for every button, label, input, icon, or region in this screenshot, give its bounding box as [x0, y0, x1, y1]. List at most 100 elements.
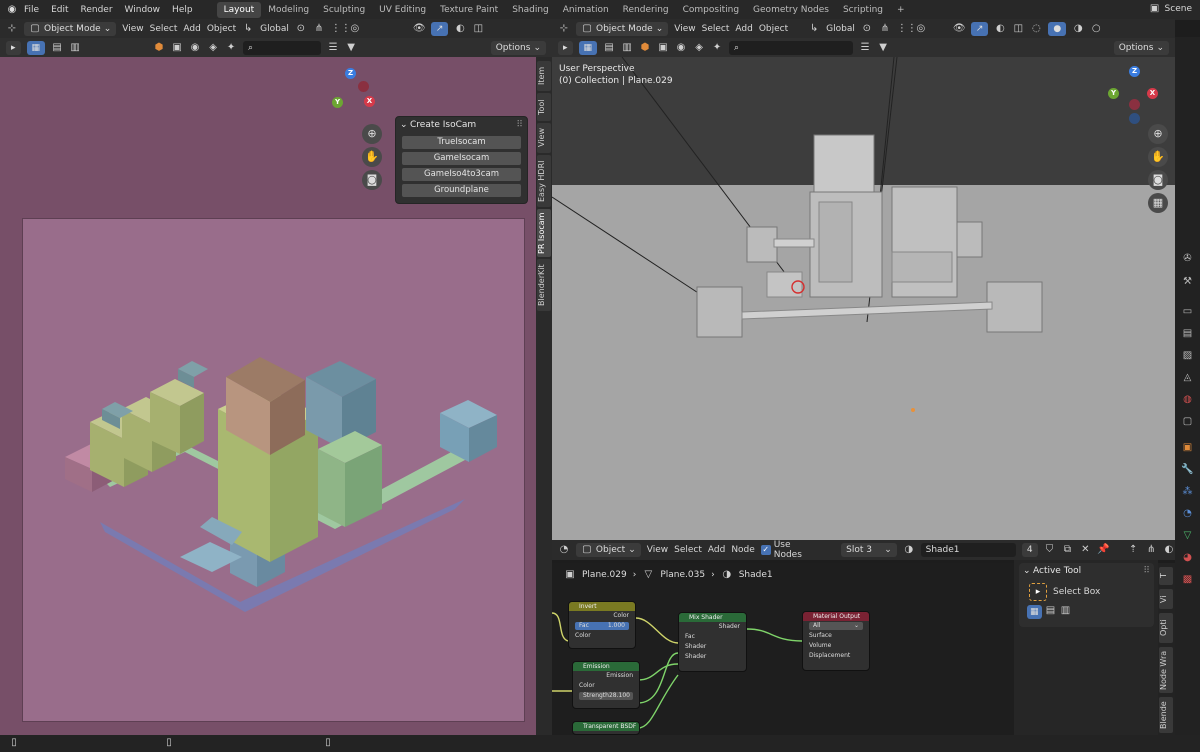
- select-extend-icon[interactable]: ▤: [603, 42, 615, 54]
- collapse-chevron-icon[interactable]: ⌄: [1023, 563, 1031, 579]
- shading-rendered-icon[interactable]: ○: [1090, 23, 1102, 35]
- emission-node[interactable]: Emission Emission Color Strength 28.100: [572, 661, 640, 709]
- scene-name[interactable]: Scene: [1165, 4, 1192, 14]
- left-menu-add[interactable]: Add: [183, 24, 200, 34]
- snap-magnet-icon[interactable]: ⋔: [1145, 544, 1157, 556]
- node-overlay-icon[interactable]: ◐: [1163, 544, 1175, 556]
- node-object-dropdown[interactable]: ▢ Object ⌄: [575, 543, 641, 557]
- mix-shader-node[interactable]: Mix Shader Shader Fac Shader Shader: [678, 612, 747, 672]
- right-tool-select-button[interactable]: ▸: [558, 41, 573, 55]
- left-search-field[interactable]: ⌕: [243, 41, 322, 55]
- tab-pr-isocam[interactable]: PR Isocam: [537, 209, 551, 257]
- editor-type-icon[interactable]: ⊹: [6, 23, 18, 35]
- right-gizmo-toggle[interactable]: ↗: [970, 22, 989, 36]
- tab-tool[interactable]: Tool: [537, 93, 551, 121]
- camera-filter-icon[interactable]: ◈: [693, 42, 705, 54]
- right-menu-view[interactable]: View: [674, 24, 695, 34]
- left-navigation-gizmo[interactable]: Z Y X: [330, 67, 380, 117]
- object-data-icon[interactable]: ▽: [1181, 529, 1194, 542]
- visibility-icon[interactable]: 👁: [953, 23, 966, 35]
- tab-uv-editing[interactable]: UV Editing: [372, 2, 433, 18]
- xray-icon[interactable]: ◫: [472, 23, 484, 35]
- select-extend-icon[interactable]: ▤: [1045, 605, 1057, 617]
- emission-strength-field[interactable]: Strength 28.100: [579, 692, 633, 700]
- groundplane-button[interactable]: Groundplane: [402, 184, 521, 197]
- left-gizmo-toggle[interactable]: ↗: [430, 22, 449, 36]
- funnel-icon[interactable]: ▼: [877, 42, 889, 54]
- menu-help[interactable]: Help: [166, 5, 199, 15]
- left-viewport-camera[interactable]: ⌄ Create IsoCam ⠿ TrueIsocam GameIsocam Ga…: [0, 57, 536, 735]
- shading-solid-button[interactable]: ●: [1048, 22, 1067, 36]
- right-grid-view-icon[interactable]: ▦: [1148, 193, 1168, 213]
- material-output-node[interactable]: Material Output All ⌄ Surface Volume Disp…: [802, 611, 870, 671]
- tab-sculpting[interactable]: Sculpting: [316, 2, 372, 18]
- left-menu-object[interactable]: Object: [207, 24, 236, 34]
- tab-easy-hdri[interactable]: Easy HDRI: [537, 155, 551, 207]
- tab-animation[interactable]: Animation: [556, 2, 616, 18]
- invert-fac-field[interactable]: Fac 1.000: [575, 622, 629, 630]
- left-zoom-icon[interactable]: ⊕: [362, 124, 382, 144]
- pin-icon[interactable]: 📌: [1097, 544, 1109, 556]
- tab-shading[interactable]: Shading: [505, 2, 556, 18]
- particles-icon[interactable]: ⁂: [1181, 485, 1194, 498]
- shading-wireframe-icon[interactable]: ◌: [1030, 23, 1042, 35]
- right-mode-dropdown[interactable]: ▢ Object Mode ⌄: [576, 22, 669, 36]
- material-users-count[interactable]: 4: [1021, 543, 1038, 557]
- pivot-icon[interactable]: ⊙: [295, 23, 307, 35]
- material-browse-icon[interactable]: ◑: [903, 544, 915, 556]
- gameisocam-button[interactable]: GameIsocam: [402, 152, 521, 165]
- blender-logo-icon[interactable]: ◉: [6, 4, 18, 16]
- scene-props-icon[interactable]: ◬: [1181, 371, 1194, 384]
- sphere-filter-icon[interactable]: ◉: [675, 42, 687, 54]
- node-menu-view[interactable]: View: [647, 545, 668, 555]
- light-filter-icon[interactable]: ✦: [711, 42, 723, 54]
- view-layer-icon[interactable]: ▨: [1181, 349, 1194, 362]
- select-subtract-icon[interactable]: ▥: [621, 42, 633, 54]
- left-orientation-dropdown[interactable]: Global: [260, 24, 289, 34]
- tab-texture-paint[interactable]: Texture Paint: [433, 2, 505, 18]
- node-menu-node[interactable]: Node: [731, 545, 755, 555]
- material-props-icon[interactable]: ◕: [1181, 551, 1194, 564]
- left-options-dropdown[interactable]: Options ⌄: [490, 41, 546, 55]
- tab-layout[interactable]: Layout: [216, 2, 262, 18]
- xray-icon[interactable]: ◫: [1012, 23, 1024, 35]
- right-menu-select[interactable]: Select: [702, 24, 730, 34]
- fake-user-shield-icon[interactable]: ⛉: [1044, 544, 1056, 556]
- funnel-icon[interactable]: ▼: [345, 42, 357, 54]
- node-menu-select[interactable]: Select: [674, 545, 702, 555]
- tab-scripting[interactable]: Scripting: [836, 2, 890, 18]
- drag-handle-icon[interactable]: ⠿: [516, 117, 523, 133]
- display-filter-icon[interactable]: ☰: [859, 42, 871, 54]
- object-type-icon[interactable]: ⬢: [639, 42, 651, 54]
- select-subtract-icon[interactable]: ▥: [69, 42, 81, 54]
- collection-props-icon[interactable]: ▢: [1181, 415, 1194, 428]
- snap-grid-icon[interactable]: ⋮⋮: [331, 23, 351, 35]
- tab-modeling[interactable]: Modeling: [261, 2, 316, 18]
- world-props-icon[interactable]: ◍: [1181, 393, 1194, 406]
- right-select-mode-new[interactable]: ▦: [578, 41, 598, 55]
- select-subtract-icon[interactable]: ▥: [1060, 605, 1072, 617]
- left-menu-select[interactable]: Select: [150, 24, 178, 34]
- right-menu-object[interactable]: Object: [759, 24, 788, 34]
- left-pan-hand-icon[interactable]: ✋: [362, 147, 382, 167]
- right-zoom-icon[interactable]: ⊕: [1148, 124, 1168, 144]
- modifier-wrench-icon[interactable]: 🔧: [1181, 463, 1194, 476]
- left-tool-select-button[interactable]: ▸: [6, 41, 21, 55]
- parent-node-tree-icon[interactable]: ⇡: [1127, 544, 1139, 556]
- right-viewport-perspective[interactable]: User Perspective (0) Collection | Plane.…: [552, 57, 1175, 540]
- tab-node-wrangler[interactable]: Node Wra: [1159, 647, 1173, 693]
- duplicate-material-icon[interactable]: ⧉: [1062, 544, 1074, 556]
- right-menu-add[interactable]: Add: [735, 24, 752, 34]
- select-box-icon[interactable]: ▸: [1029, 583, 1047, 601]
- output-props-icon[interactable]: ▤: [1181, 327, 1194, 340]
- display-filter-icon[interactable]: ☰: [327, 42, 339, 54]
- mesh-filter-icon[interactable]: ▣: [657, 42, 669, 54]
- right-search-field[interactable]: ⌕: [729, 41, 854, 55]
- unlink-close-icon[interactable]: ✕: [1079, 544, 1091, 556]
- shading-material-icon[interactable]: ◑: [1072, 23, 1084, 35]
- slot-dropdown[interactable]: Slot 3 ⌄: [841, 543, 897, 557]
- material-name-field[interactable]: Shade1: [920, 543, 1016, 557]
- snap-icon[interactable]: ⋔: [879, 23, 891, 35]
- object-props-icon[interactable]: ▣: [1181, 441, 1194, 454]
- tool-props-icon[interactable]: ✇: [1181, 252, 1194, 265]
